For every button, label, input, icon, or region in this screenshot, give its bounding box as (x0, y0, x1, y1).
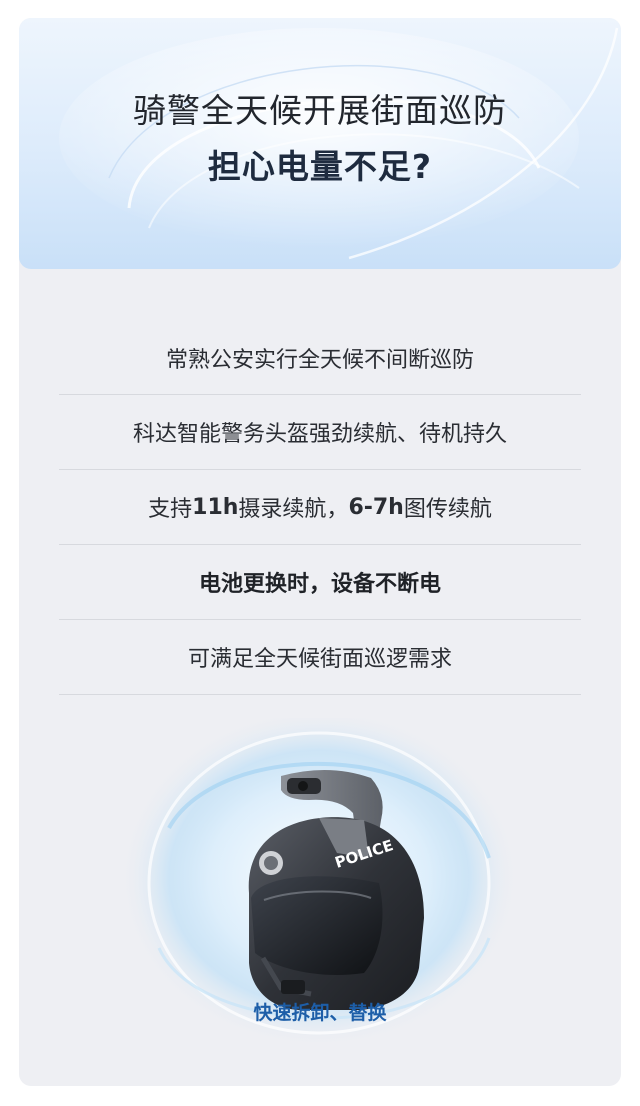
feature-item: 科达智能警务头盔强劲续航、待机持久 (59, 395, 581, 470)
feature-item: 常熟公安实行全天候不间断巡防 (59, 321, 581, 395)
helmet-illustration: POLICE (119, 708, 519, 1048)
header-banner: 骑警全天候开展街面巡防 担心电量不足? (19, 18, 621, 269)
helmet: POLICE (248, 817, 424, 1010)
feature-text: 支持 (148, 497, 193, 522)
feature-highlight: 11h (192, 494, 239, 520)
feature-item: 可满足全天候街面巡逻需求 (59, 620, 581, 695)
feature-highlight: 6-7h (348, 494, 404, 520)
feature-item: 支持 11h 摄录续航， 6-7h 图传续航 (59, 470, 581, 545)
helmet-caption: 快速拆卸、替换 (253, 1002, 387, 1024)
feature-text: 摄录续航， (238, 497, 349, 522)
helmet-visual: POLICE (19, 708, 621, 1086)
feature-item: 电池更换时，设备不断电 (59, 545, 581, 620)
header-title: 骑警全天候开展街面巡防 (133, 91, 507, 130)
feature-list: 常熟公安实行全天候不间断巡防 科达智能警务头盔强劲续航、待机持久 支持 11h 摄录… (59, 321, 581, 695)
feature-text: 图传续航 (403, 497, 492, 522)
content-card: 骑警全天候开展街面巡防 担心电量不足? 常熟公安实行全天候不间断巡防 科达智能警… (19, 18, 621, 1086)
header-subtitle: 担心电量不足? (207, 147, 433, 186)
